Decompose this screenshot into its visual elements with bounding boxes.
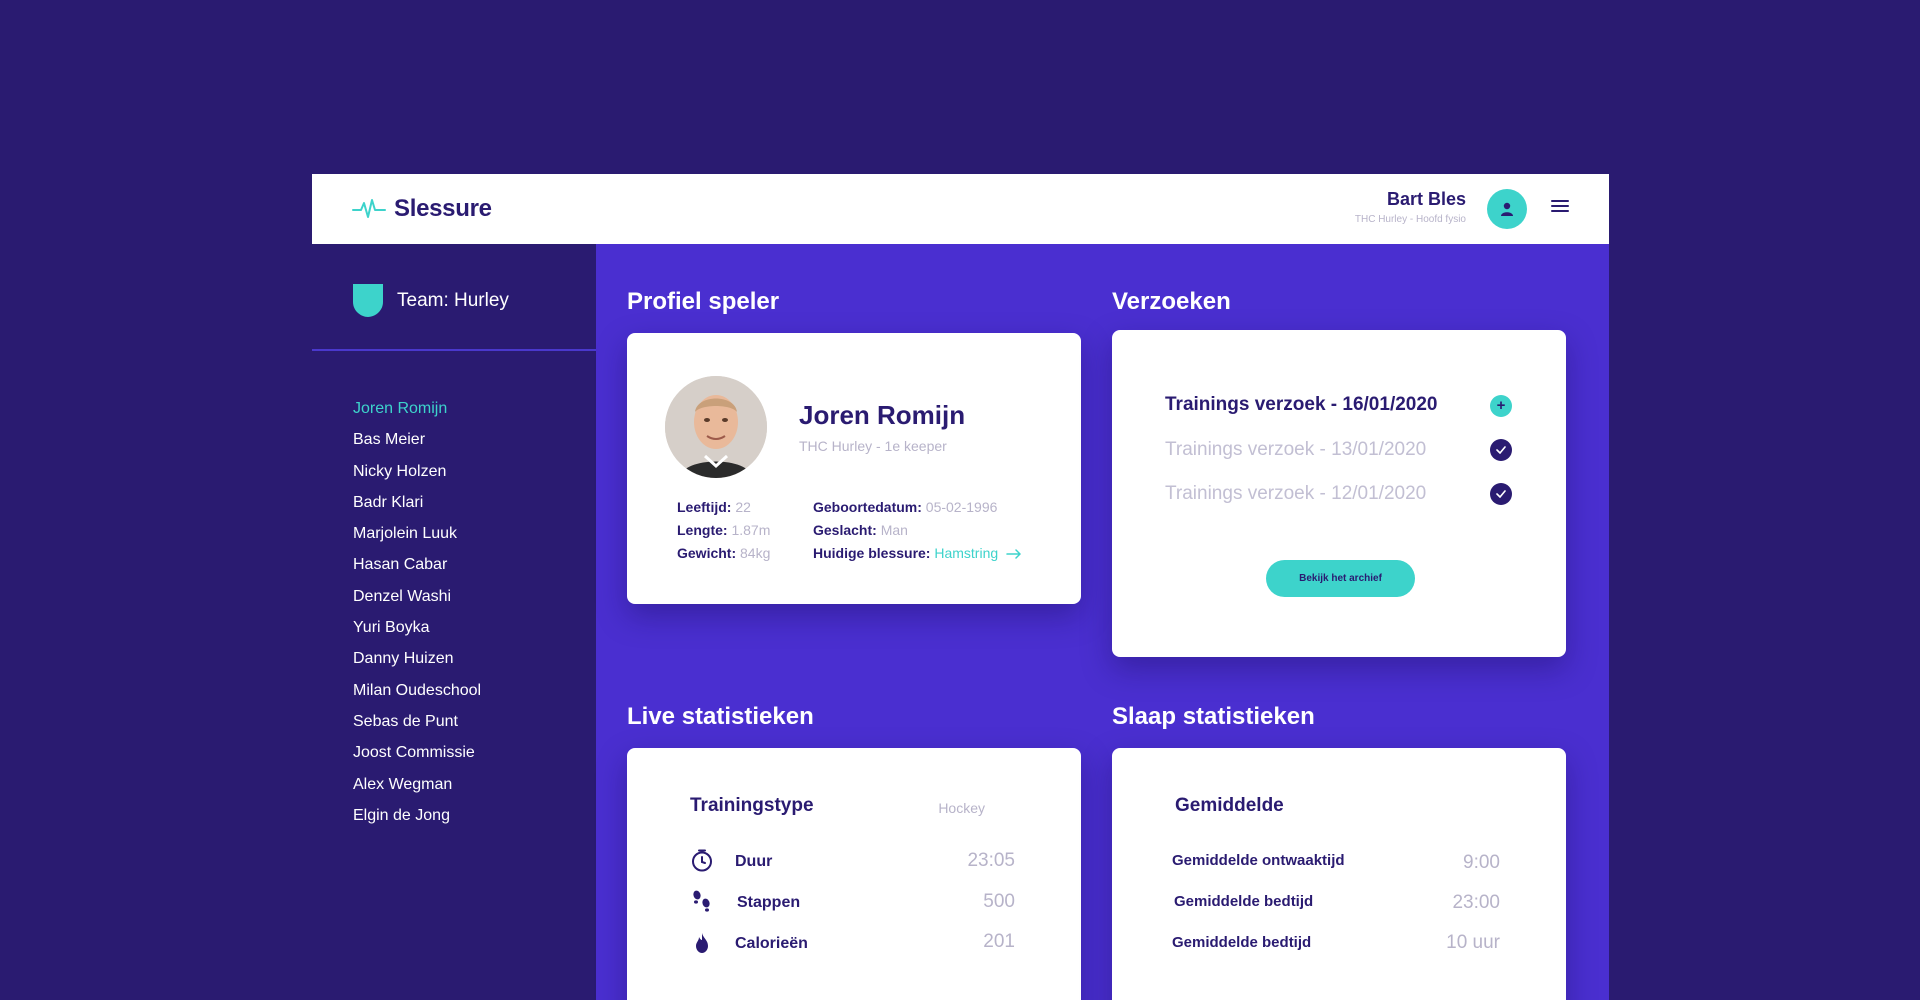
request-item-open[interactable]: Trainings verzoek - 16/01/2020 [1165,394,1438,416]
player-item[interactable]: Sebas de Punt [353,712,481,743]
age-value: 22 [735,499,751,515]
player-item[interactable]: Hasan Cabar [353,555,481,586]
weight-label: Gewicht: [677,545,737,561]
arrow-right-icon[interactable] [1006,549,1022,560]
age-label: Leeftijd: [677,499,732,515]
player-stats-left: Leeftijd: 22 Lengte: 1.87m Gewicht: 84kg [677,496,770,565]
steps-label: Stappen [737,894,801,911]
profile-card: Joren Romijn THC Hurley - 1e keeper Leef… [627,333,1081,604]
footsteps-icon [693,890,710,912]
flame-icon [696,933,708,953]
request-item-done[interactable]: Trainings verzoek - 12/01/2020 [1165,483,1426,505]
check-icon [1490,483,1512,505]
heartbeat-icon [352,199,386,218]
request-item-done[interactable]: Trainings verzoek - 13/01/2020 [1165,439,1426,461]
height-label: Lengte: [677,522,728,538]
player-subtitle: THC Hurley - 1e keeper [799,438,947,454]
calories-label: Calorieën [735,935,808,952]
player-item[interactable]: Nicky Holzen [353,462,481,493]
player-item[interactable]: Danny Huizen [353,649,481,680]
user-role: THC Hurley - Hoofd fysio [1354,214,1466,225]
player-list: Joren Romijn Bas Meier Nicky Holzen Badr… [353,399,481,837]
steps-value: 500 [983,891,1015,912]
player-item[interactable]: Elgin de Jong [353,806,481,837]
player-name: Joren Romijn [799,400,966,430]
gender-value: Man [880,522,908,538]
bedtime-value: 23:00 [1452,892,1500,913]
app-window: Slessure Bart Bles THC Hurley - Hoofd fy… [312,174,1609,1000]
requests-card: Trainings verzoek - 16/01/2020 + Trainin… [1112,330,1566,657]
sleep-stats-card: Gemiddelde Gemiddelde ontwaaktijd 9:00 G… [1112,748,1566,1000]
view-archive-button[interactable]: Bekijk het archief [1266,560,1415,597]
calories-value: 201 [983,931,1015,952]
player-item[interactable]: Bas Meier [353,430,481,461]
user-name: Bart Bles [1386,189,1466,209]
dob-label: Geboortedatum: [813,499,922,515]
dob-value: 05-02-1996 [925,499,998,515]
user-icon [1501,202,1513,216]
sleep-duration-value: 10 uur [1446,932,1500,953]
injury-label: Huidige blessure: [813,545,931,561]
training-type-value: Hockey [938,800,985,816]
team-label: Team: Hurley [397,289,509,311]
player-stats-right: Geboortedatum: 05-02-1996 Geslacht: Man … [813,496,1022,565]
wake-time-value: 9:00 [1463,852,1500,873]
user-avatar-button[interactable] [1487,189,1527,229]
player-item[interactable]: Yuri Boyka [353,618,481,649]
team-selector[interactable]: Team: Hurley [353,284,509,317]
live-stats-card: Trainingstype Hockey Duur 23:05 Stappen … [627,748,1081,1000]
duration-value: 23:05 [967,850,1015,871]
live-stats-section-title: Live statistieken [627,703,814,730]
player-item-active[interactable]: Joren Romijn [353,399,481,430]
profile-section-title: Profiel speler [627,288,780,315]
sidebar: Team: Hurley Joren Romijn Bas Meier Nick… [312,244,596,1000]
stopwatch-icon [692,849,712,872]
player-item[interactable]: Milan Oudeschool [353,681,481,712]
sleep-stats-section-title: Slaap statistieken [1112,703,1315,730]
weight-value: 84kg [740,545,771,561]
duration-label: Duur [735,853,773,870]
gender-label: Geslacht: [813,522,877,538]
injury-link[interactable]: Hamstring [934,545,998,561]
check-icon [1490,439,1512,461]
top-bar: Slessure Bart Bles THC Hurley - Hoofd fy… [312,174,1609,244]
player-item[interactable]: Joost Commissie [353,743,481,774]
player-photo [665,376,767,478]
bedtime-label: Gemiddelde bedtijd [1174,893,1314,910]
user-info: Bart Bles THC Hurley - Hoofd fysio [1355,189,1466,225]
app-name: Slessure [394,195,492,222]
hamburger-menu-icon[interactable] [1551,200,1569,218]
shield-icon [353,284,383,317]
training-type-label: Trainingstype [690,795,814,816]
wake-time-label: Gemiddelde ontwaaktijd [1172,852,1345,869]
player-item[interactable]: Marjolein Luuk [353,524,481,555]
average-title: Gemiddelde [1175,795,1284,816]
player-item[interactable]: Denzel Washi [353,587,481,618]
sidebar-divider [312,349,596,351]
height-value: 1.87m [731,522,771,538]
main-content: Profiel speler Joren Romijn THC Hurley -… [596,244,1609,1000]
player-item[interactable]: Alex Wegman [353,775,481,806]
sleep-duration-label: Gemiddelde bedtijd [1172,934,1312,951]
logo[interactable]: Slessure [352,195,492,223]
player-item[interactable]: Badr Klari [353,493,481,524]
plus-icon[interactable]: + [1490,395,1512,417]
requests-section-title: Verzoeken [1112,288,1231,315]
